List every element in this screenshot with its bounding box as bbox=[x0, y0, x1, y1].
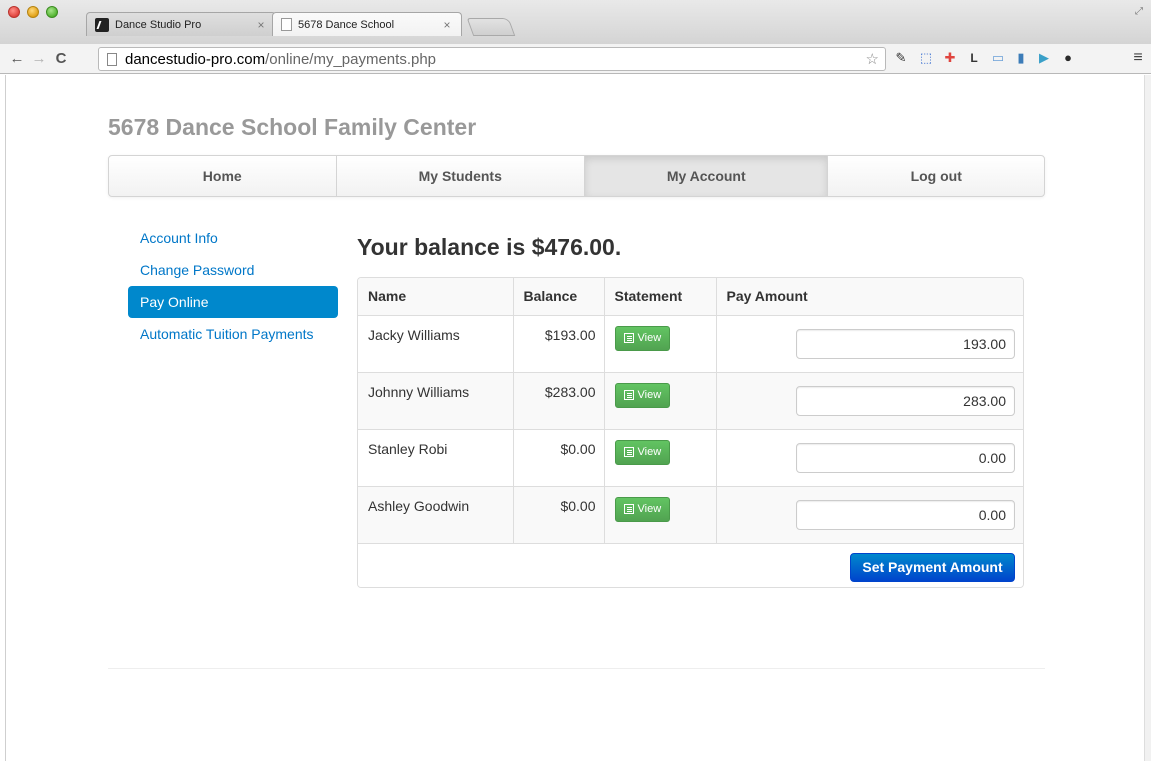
table-header-row: Name Balance Statement Pay Amount bbox=[358, 278, 1023, 316]
student-balance: $0.00 bbox=[512, 429, 604, 487]
statement-cell: View bbox=[603, 372, 716, 430]
pay-amount-cell bbox=[715, 372, 1023, 430]
table-row: Stanley Robi $0.00 View bbox=[358, 429, 1023, 487]
address-bar[interactable]: dancestudio-pro.com /online/my_payments.… bbox=[98, 47, 886, 71]
pay-amount-input[interactable] bbox=[796, 499, 1015, 530]
sidebar-item-automatic-tuition-payments[interactable]: Automatic Tuition Payments bbox=[128, 318, 338, 350]
pay-amount-cell bbox=[715, 486, 1023, 544]
table-footer: Set Payment Amount bbox=[358, 543, 1023, 587]
footer-divider bbox=[108, 668, 1045, 669]
fullscreen-icon[interactable]: ⤢ bbox=[1135, 6, 1143, 17]
list-icon bbox=[623, 333, 634, 343]
balance-heading: Your balance is $476.00. bbox=[357, 234, 622, 260]
browser-tab-5678-dance-school[interactable]: 5678 Dance School × bbox=[272, 12, 462, 36]
pay-amount-input[interactable] bbox=[796, 385, 1015, 416]
table-row: Ashley Goodwin $0.00 View bbox=[358, 486, 1023, 544]
student-name: Ashley Goodwin bbox=[358, 486, 513, 544]
eyedropper-extension-icon[interactable]: ✎ bbox=[893, 50, 909, 66]
account-sidebar: Account Info Change Password Pay Online … bbox=[128, 222, 338, 350]
nav-home[interactable]: Home bbox=[109, 156, 337, 196]
close-tab-icon[interactable]: × bbox=[255, 18, 267, 32]
table-row: Jacky Williams $193.00 View bbox=[358, 315, 1023, 373]
list-icon bbox=[623, 504, 634, 514]
page-scrollbar[interactable] bbox=[1144, 75, 1151, 761]
student-name: Johnny Williams bbox=[358, 372, 513, 430]
close-window-icon[interactable] bbox=[8, 6, 20, 18]
statement-cell: View bbox=[603, 315, 716, 373]
sidebar-item-account-info[interactable]: Account Info bbox=[128, 222, 338, 254]
tab-title: 5678 Dance School bbox=[298, 18, 395, 31]
color-picker-extension-icon[interactable]: ✚ bbox=[942, 50, 958, 66]
sidebar-item-change-password[interactable]: Change Password bbox=[128, 254, 338, 286]
reload-button[interactable]: C bbox=[50, 50, 72, 67]
statement-cell: View bbox=[603, 486, 716, 544]
chrome-extension-icon[interactable]: ● bbox=[1060, 50, 1076, 66]
column-header-balance: Balance bbox=[512, 278, 604, 316]
browser-tab-dance-studio-pro[interactable]: Dance Studio Pro × bbox=[86, 12, 276, 36]
view-statement-button[interactable]: View bbox=[614, 382, 671, 408]
screen-capture-extension-icon[interactable]: ⬚ bbox=[918, 50, 934, 66]
page-left-edge bbox=[0, 75, 6, 761]
image-extension-icon[interactable]: ▮ bbox=[1013, 50, 1029, 66]
l-extension-icon[interactable]: L bbox=[966, 50, 982, 66]
view-statement-button[interactable]: View bbox=[614, 325, 671, 351]
zoom-window-icon[interactable] bbox=[46, 6, 58, 18]
statement-cell: View bbox=[603, 429, 716, 487]
new-tab-button[interactable] bbox=[466, 18, 516, 36]
tab-title: Dance Studio Pro bbox=[115, 18, 202, 31]
payments-table: Name Balance Statement Pay Amount Jacky … bbox=[357, 277, 1024, 588]
forward-button[interactable]: → bbox=[28, 50, 50, 67]
view-label: View bbox=[637, 332, 662, 344]
student-balance: $0.00 bbox=[512, 486, 604, 544]
site-title: 5678 Dance School Family Center bbox=[108, 114, 477, 140]
dance-studio-favicon-icon bbox=[95, 17, 109, 32]
student-balance: $283.00 bbox=[512, 372, 604, 430]
pay-amount-cell bbox=[715, 315, 1023, 373]
student-balance: $193.00 bbox=[512, 315, 604, 373]
browser-titlebar: Dance Studio Pro × 5678 Dance School × ⤢ bbox=[0, 0, 1151, 44]
url-host: dancestudio-pro.com bbox=[125, 50, 266, 68]
list-icon bbox=[623, 447, 634, 457]
column-header-statement: Statement bbox=[603, 278, 716, 316]
close-tab-icon[interactable]: × bbox=[441, 18, 453, 32]
minimize-window-icon[interactable] bbox=[27, 6, 39, 18]
browser-menu-icon[interactable]: ≡ bbox=[1130, 50, 1146, 66]
page-icon bbox=[107, 52, 117, 66]
pay-amount-cell bbox=[715, 429, 1023, 487]
nav-my-students[interactable]: My Students bbox=[337, 156, 585, 196]
sidebar-item-pay-online[interactable]: Pay Online bbox=[128, 286, 338, 318]
table-row: Johnny Williams $283.00 View bbox=[358, 372, 1023, 430]
view-label: View bbox=[637, 446, 662, 458]
nav-log-out[interactable]: Log out bbox=[828, 156, 1044, 196]
pay-amount-input[interactable] bbox=[796, 442, 1015, 473]
back-button[interactable]: ← bbox=[6, 50, 28, 67]
list-icon bbox=[623, 390, 634, 400]
pay-amount-input[interactable] bbox=[796, 328, 1015, 359]
bookmark-star-icon[interactable]: ☆ bbox=[866, 50, 879, 68]
document-favicon-icon bbox=[281, 18, 292, 31]
top-navigation: Home My Students My Account Log out bbox=[108, 155, 1045, 197]
play-extension-icon[interactable]: ▶ bbox=[1036, 50, 1052, 66]
view-label: View bbox=[637, 389, 662, 401]
view-statement-button[interactable]: View bbox=[614, 496, 671, 522]
url-path: /online/my_payments.php bbox=[265, 50, 437, 68]
view-label: View bbox=[637, 503, 662, 515]
view-statement-button[interactable]: View bbox=[614, 439, 671, 465]
student-name: Jacky Williams bbox=[358, 315, 513, 373]
window-extension-icon[interactable]: ▭ bbox=[990, 50, 1006, 66]
set-payment-amount-button[interactable]: Set Payment Amount bbox=[850, 552, 1015, 582]
column-header-name: Name bbox=[358, 278, 513, 316]
nav-my-account[interactable]: My Account bbox=[584, 156, 829, 196]
column-header-pay-amount: Pay Amount bbox=[715, 278, 1023, 316]
student-name: Stanley Robi bbox=[358, 429, 513, 487]
